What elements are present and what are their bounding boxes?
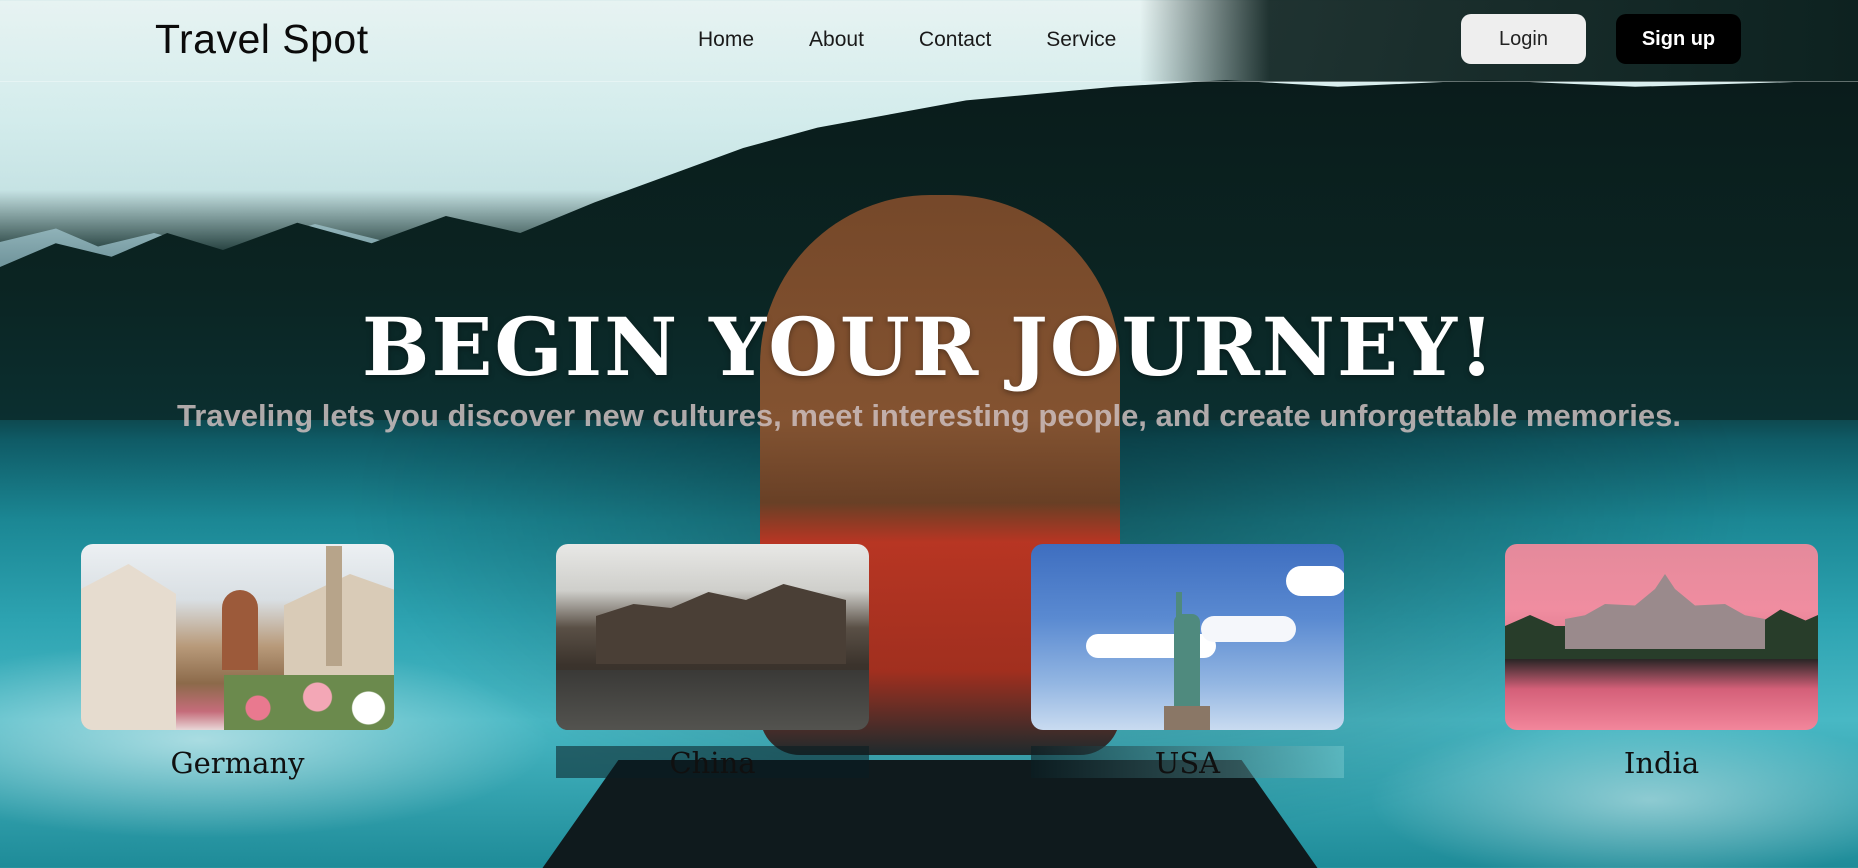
destination-card-usa[interactable]: USA [1031,544,1344,780]
germany-photo [81,544,394,730]
photo-reflection [556,670,869,730]
brand-logo[interactable]: Travel Spot [155,16,369,63]
photo-statue [1174,614,1200,714]
hero-subtitle: Traveling lets you discover new cultures… [177,398,1681,433]
india-photo [1505,544,1818,730]
destination-card-india[interactable]: India [1505,544,1818,780]
china-photo [556,544,869,730]
login-button[interactable]: Login [1461,14,1586,64]
photo-pedestal [1164,706,1210,730]
destination-label: India [1623,746,1700,780]
usa-photo [1031,544,1344,730]
nav-service[interactable]: Service [1046,28,1116,52]
site-header: Travel Spot Home About Contact Service L… [0,0,1858,82]
photo-column [326,546,342,666]
photo-building [596,584,846,664]
destination-label: USA [1154,746,1221,780]
destination-card-china[interactable]: China [556,544,869,780]
photo-palace [1565,574,1765,649]
destination-card-germany[interactable]: Germany [81,544,394,780]
photo-cloud [1286,566,1344,596]
destination-label: China [669,746,756,780]
photo-cloud [1201,616,1296,642]
signup-button[interactable]: Sign up [1616,14,1741,64]
nav-home[interactable]: Home [698,28,754,52]
photo-tower [222,590,258,670]
nav-about[interactable]: About [809,28,864,52]
destination-label: Germany [170,746,305,780]
photo-house [81,564,176,730]
nav-contact[interactable]: Contact [919,28,991,52]
hero-title: BEGIN YOUR JOURNEY! [361,300,1497,394]
main-nav: Home About Contact Service [698,28,1116,52]
photo-flowers [224,675,394,730]
